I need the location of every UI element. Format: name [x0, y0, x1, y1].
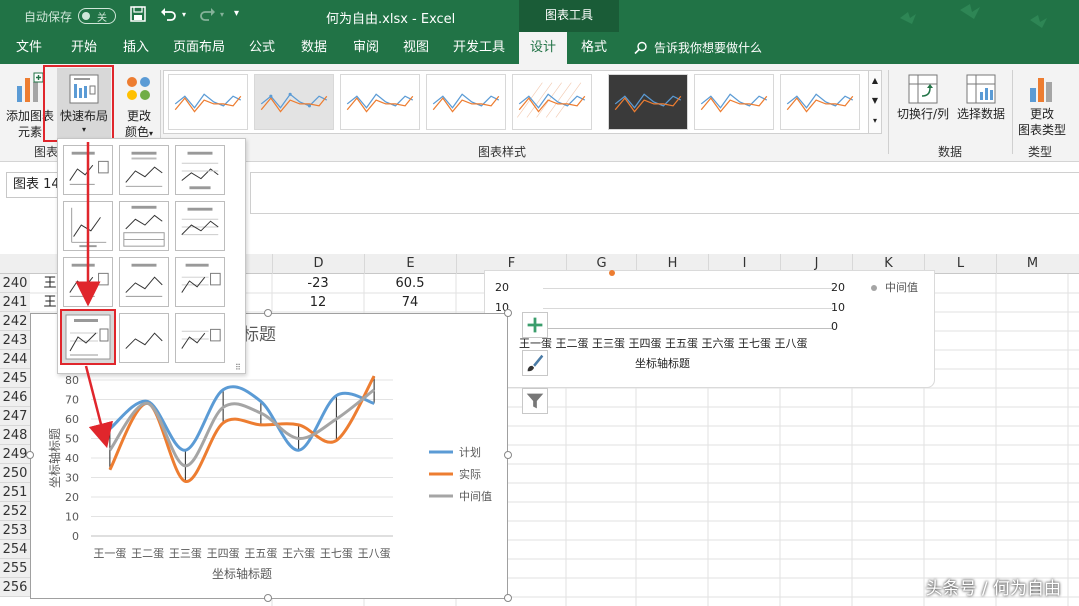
- watermark-text: 头条号 / 何为自由: [925, 579, 1061, 599]
- annotation-arrows: [75, 142, 113, 449]
